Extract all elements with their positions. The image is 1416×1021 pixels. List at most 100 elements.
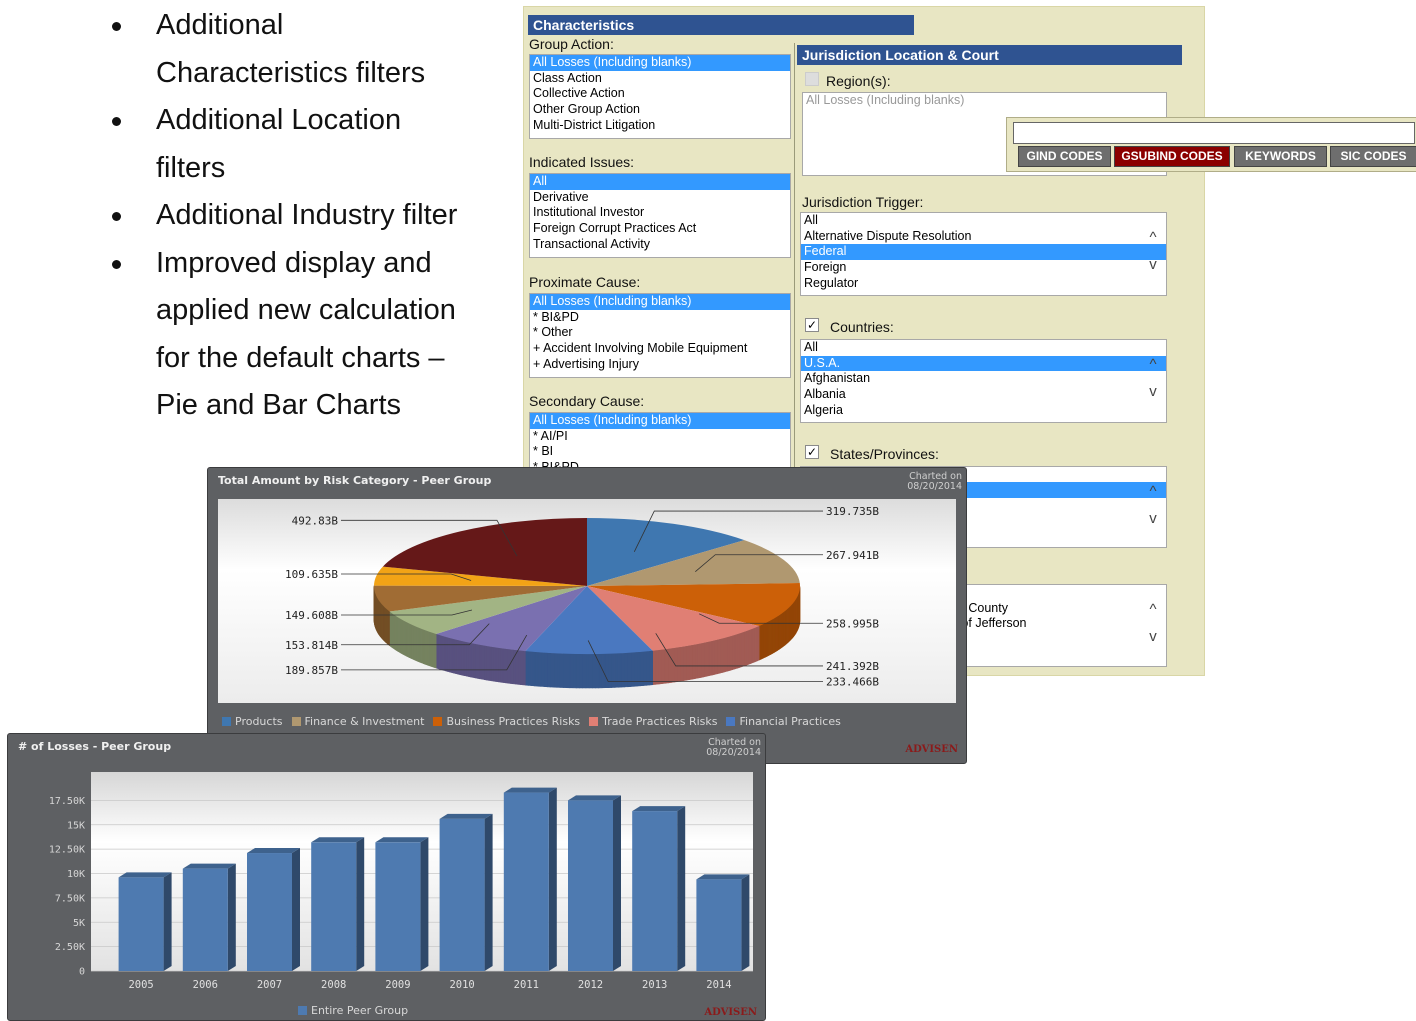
pie-slice-side	[707, 642, 710, 677]
list-item[interactable]: Regulator	[801, 276, 1166, 292]
trigger-scroll-down-icon[interactable]: v	[1143, 252, 1163, 278]
list-item[interactable]: * BI&PD	[530, 310, 790, 326]
list-item[interactable]: Collective Action	[530, 86, 790, 102]
pie-slice-side	[458, 640, 460, 675]
list-item[interactable]: Afghanistan	[801, 371, 1166, 387]
regions-checkbox[interactable]	[805, 72, 819, 86]
legend-item[interactable]: Entire Peer Group	[298, 1004, 408, 1017]
pie-slice-side	[605, 654, 608, 688]
pie-slice-side	[473, 643, 475, 677]
pie-slice-side	[599, 654, 602, 688]
legend-item[interactable]: Finance & Investment	[292, 715, 425, 728]
pie-slice-side	[668, 648, 671, 682]
bullet-line: for the default charts –	[156, 342, 445, 374]
gind-codes-button[interactable]: GIND CODES	[1018, 146, 1111, 167]
states-checkbox[interactable]: ✓	[805, 445, 819, 459]
y-tick-label: 5K	[73, 918, 85, 929]
list-item[interactable]: + Advertising Injury	[530, 357, 790, 373]
list-item[interactable]: * BI	[530, 444, 790, 460]
list-item-selected[interactable]: All	[530, 174, 790, 190]
courts-scroll-up-icon[interactable]: ^	[1143, 597, 1163, 623]
courts-scroll-down-icon[interactable]: v	[1143, 624, 1163, 650]
pie-slice-side	[665, 649, 668, 683]
pie-slice-side	[454, 639, 456, 674]
bar-side	[485, 814, 493, 971]
trigger-scroll-up-icon[interactable]: ^	[1143, 225, 1163, 251]
x-tick-label: 2006	[193, 979, 218, 991]
codes-search-input[interactable]	[1013, 122, 1415, 144]
list-item[interactable]: All	[801, 213, 1166, 229]
pie-slice-side	[506, 649, 508, 683]
legend-label: Products	[235, 715, 283, 728]
pie-slice-side	[525, 651, 528, 685]
list-item[interactable]: All Losses (Including blanks)	[803, 93, 1166, 109]
bullet-item: Improved display andapplied new calculat…	[105, 240, 495, 430]
jurisdiction-header: Jurisdiction Location & Court	[797, 45, 1182, 65]
countries-scroll-up-icon[interactable]: ^	[1143, 352, 1163, 378]
bar-side	[549, 788, 557, 971]
list-item[interactable]: * Other	[530, 325, 790, 341]
pie-slice-side	[621, 653, 624, 687]
bar-side	[613, 795, 621, 971]
states-scroll-up-icon[interactable]: ^	[1143, 479, 1163, 505]
list-item[interactable]: Other Group Action	[530, 102, 790, 118]
pie-slice-side	[740, 633, 742, 668]
list-item-selected[interactable]: U.S.A.	[801, 356, 1166, 372]
list-item[interactable]: Institutional Investor	[530, 205, 790, 221]
states-scroll-down-icon[interactable]: v	[1143, 506, 1163, 532]
list-item[interactable]: Multi-District Litigation	[530, 118, 790, 134]
bullet-line: Pie and Bar Charts	[156, 389, 401, 421]
list-item[interactable]: Alternative Dispute Resolution	[801, 229, 1166, 245]
list-item[interactable]: Albania	[801, 387, 1166, 403]
pie-slice-side	[747, 630, 749, 665]
list-item[interactable]: Algeria	[801, 403, 1166, 419]
gsubind-codes-button[interactable]: GSUBIND CODES	[1114, 146, 1230, 167]
legend-item[interactable]: Trade Practices Risks	[589, 715, 717, 728]
list-item[interactable]: All	[801, 340, 1166, 356]
pie-slice-side	[535, 652, 538, 686]
list-item[interactable]: * AI/PI	[530, 429, 790, 445]
legend-swatch	[433, 717, 442, 726]
pie-slice-side	[662, 649, 665, 683]
bullet-line: Characteristics filters	[156, 57, 425, 89]
list-item-selected[interactable]: Federal	[801, 244, 1166, 260]
list-item[interactable]: Foreign Corrupt Practices Act	[530, 221, 790, 237]
legend-label: Trade Practices Risks	[602, 715, 717, 728]
list-item-selected[interactable]: All Losses (Including blanks)	[530, 55, 790, 71]
list-item-selected[interactable]: All Losses (Including blanks)	[530, 413, 790, 429]
countries-listbox[interactable]: AllU.S.A.AfghanistanAlbaniaAlgeria	[800, 339, 1167, 423]
legend-item[interactable]: Financial Practices	[726, 715, 840, 728]
pie-slice-side	[496, 647, 498, 681]
countries-checkbox[interactable]: ✓	[805, 318, 819, 332]
pie-slice-side	[501, 648, 503, 682]
group-action-listbox[interactable]: All Losses (Including blanks)Class Actio…	[529, 54, 791, 139]
pie-slice-side	[698, 643, 701, 678]
pie-slice-side	[482, 645, 484, 679]
list-item[interactable]: Foreign	[801, 260, 1166, 276]
pie-slice-side	[489, 646, 491, 680]
indicated-issues-listbox[interactable]: AllDerivativeInstitutional InvestorForei…	[529, 173, 791, 258]
bar-top	[119, 872, 172, 877]
pie-slice-side	[650, 651, 653, 685]
legend-item[interactable]: Business Practices Risks	[433, 715, 580, 728]
legend-swatch	[292, 717, 301, 726]
legend-label: Entire Peer Group	[311, 1004, 408, 1017]
bar-top	[311, 837, 364, 842]
sic-codes-button[interactable]: SIC CODES	[1330, 146, 1416, 167]
bullet-dot-icon	[112, 260, 121, 269]
list-item-selected[interactable]: All Losses (Including blanks)	[530, 294, 790, 310]
keywords-button[interactable]: KEYWORDS	[1234, 146, 1327, 167]
jurisdiction-trigger-listbox[interactable]: AllAlternative Dispute ResolutionFederal…	[800, 212, 1167, 296]
list-item[interactable]: Transactional Activity	[530, 237, 790, 253]
pie-slice-side	[755, 627, 757, 662]
proximate-cause-listbox[interactable]: All Losses (Including blanks)* BI&PD* Ot…	[529, 293, 791, 378]
list-item[interactable]: Derivative	[530, 190, 790, 206]
advisen-logo: ADVISEN	[905, 744, 958, 755]
list-item[interactable]: + Accident Involving Mobile Equipment	[530, 341, 790, 357]
y-tick-label: 10K	[67, 869, 85, 880]
legend-item[interactable]: Products	[222, 715, 283, 728]
list-item[interactable]: Class Action	[530, 71, 790, 87]
bar	[696, 879, 741, 971]
pie-slice-side	[759, 625, 761, 660]
countries-scroll-down-icon[interactable]: v	[1143, 379, 1163, 405]
